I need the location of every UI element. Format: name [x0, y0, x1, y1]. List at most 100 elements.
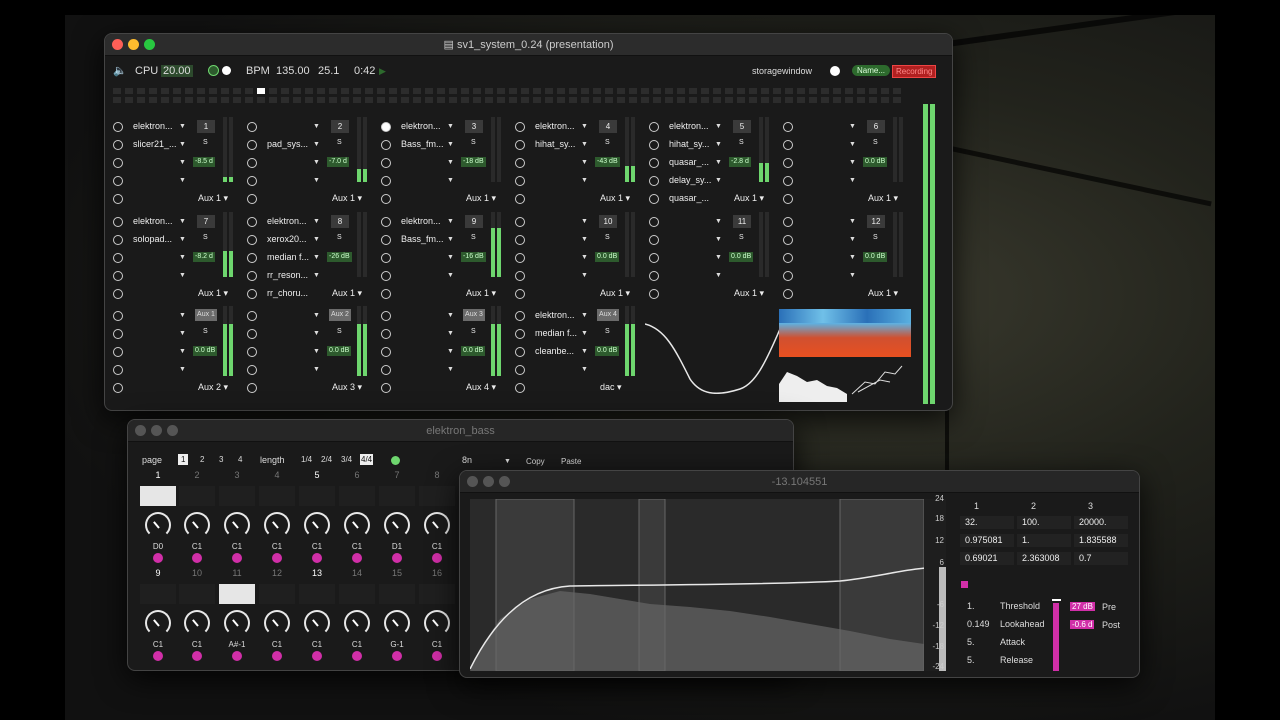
chevron-down-icon[interactable]: ▼: [179, 177, 186, 184]
chevron-down-icon[interactable]: ▼: [313, 218, 320, 225]
step-gate[interactable]: [140, 584, 176, 604]
step-grid[interactable]: [113, 88, 913, 110]
instrument-select[interactable]: pad_sys...: [267, 139, 308, 149]
chevron-down-icon[interactable]: ▼: [447, 330, 454, 337]
step-gate[interactable]: [259, 584, 295, 604]
chevron-down-icon[interactable]: ▼: [313, 236, 320, 243]
solo-button[interactable]: S: [203, 234, 208, 241]
insert-select[interactable]: quasar_...: [669, 157, 709, 167]
note-knob[interactable]: [424, 610, 450, 636]
slot-toggle[interactable]: [649, 140, 659, 150]
chevron-down-icon[interactable]: ▼: [581, 159, 588, 166]
instrument-select[interactable]: xerox20...: [267, 234, 307, 244]
note-knob[interactable]: [344, 512, 370, 538]
param-value[interactable]: 5.: [967, 637, 975, 647]
aux-select[interactable]: Aux 1 ▾: [734, 288, 764, 299]
insert-select[interactable]: rr_reson...: [267, 270, 308, 280]
band-param-cell[interactable]: 0.69021: [960, 552, 1014, 565]
chevron-down-icon[interactable]: ▼: [447, 254, 454, 261]
slot-toggle[interactable]: [247, 158, 257, 168]
solo-button[interactable]: S: [471, 328, 476, 335]
output-select[interactable]: dac ▾: [600, 382, 622, 393]
aux-select[interactable]: Aux 1 ▾: [600, 193, 630, 204]
play-icon[interactable]: ▶: [379, 66, 386, 77]
note-knob[interactable]: [344, 610, 370, 636]
chevron-down-icon[interactable]: ▼: [581, 272, 588, 279]
audio-on-toggle[interactable]: [208, 65, 219, 76]
slot-toggle[interactable]: [649, 217, 659, 227]
slot-toggle[interactable]: [381, 158, 391, 168]
slot-toggle[interactable]: [783, 140, 793, 150]
slot-toggle[interactable]: [515, 158, 525, 168]
chevron-down-icon[interactable]: ▼: [447, 218, 454, 225]
chevron-down-icon[interactable]: ▼: [313, 159, 320, 166]
chevron-down-icon[interactable]: ▼: [849, 177, 856, 184]
gain-value[interactable]: 0.0 dB: [729, 252, 754, 262]
chevron-down-icon[interactable]: ▼: [849, 254, 856, 261]
insert-select[interactable]: median f...: [267, 252, 309, 262]
chevron-down-icon[interactable]: ▼: [581, 330, 588, 337]
chevron-down-icon[interactable]: ▼: [179, 159, 186, 166]
slot-toggle[interactable]: [247, 311, 257, 321]
gain-value[interactable]: 0.0 dB: [863, 157, 888, 167]
slot-toggle[interactable]: [247, 253, 257, 263]
chevron-down-icon[interactable]: ▼: [581, 254, 588, 261]
slot-toggle[interactable]: [649, 122, 659, 132]
velocity-dot[interactable]: [153, 651, 163, 661]
slot-toggle[interactable]: [247, 235, 257, 245]
step-gate[interactable]: [259, 486, 295, 506]
chevron-down-icon[interactable]: ▼: [447, 348, 454, 355]
slot-toggle[interactable]: [113, 217, 123, 227]
velocity-dot[interactable]: [352, 553, 362, 563]
chevron-down-icon[interactable]: ▼: [313, 141, 320, 148]
minimize-button[interactable]: [483, 476, 494, 487]
slot-toggle[interactable]: [113, 311, 123, 321]
slot-toggle[interactable]: [247, 329, 257, 339]
chevron-down-icon[interactable]: ▼: [179, 272, 186, 279]
gain-value[interactable]: -43 dB: [595, 157, 620, 167]
slot-toggle[interactable]: [381, 347, 391, 357]
velocity-dot[interactable]: [392, 651, 402, 661]
slot-toggle[interactable]: [113, 194, 123, 204]
velocity-dot[interactable]: [312, 651, 322, 661]
slot-toggle[interactable]: [113, 140, 123, 150]
slot-toggle[interactable]: [381, 329, 391, 339]
insert-select[interactable]: quasar_...: [669, 193, 709, 203]
solo-button[interactable]: S: [471, 234, 476, 241]
slot-toggle[interactable]: [515, 289, 525, 299]
slot-toggle[interactable]: [247, 365, 257, 375]
slot-toggle[interactable]: [783, 122, 793, 132]
gain-value[interactable]: -7.0 d: [327, 157, 349, 167]
gain-value[interactable]: -26 dB: [327, 252, 352, 262]
device-select[interactable]: elektron...: [535, 310, 575, 320]
step-gate[interactable]: [140, 486, 176, 506]
slot-toggle[interactable]: [381, 122, 391, 132]
velocity-dot[interactable]: [232, 553, 242, 563]
slot-toggle[interactable]: [381, 271, 391, 281]
insert-select[interactable]: rr_choru...: [267, 288, 308, 298]
page-button[interactable]: 2: [197, 454, 207, 465]
chevron-down-icon[interactable]: ▼: [447, 141, 454, 148]
instrument-select[interactable]: hihat_sy...: [535, 139, 575, 149]
step-gate[interactable]: [339, 584, 375, 604]
aux-select[interactable]: Aux 1 ▾: [466, 193, 496, 204]
chevron-down-icon[interactable]: ▼: [447, 123, 454, 130]
band-param-cell[interactable]: 2.363008: [1017, 552, 1071, 565]
band-param-cell[interactable]: 1.835588: [1074, 534, 1128, 547]
zoom-button[interactable]: [167, 425, 178, 436]
note-knob[interactable]: [304, 610, 330, 636]
param-value[interactable]: 0.149: [967, 619, 990, 629]
slot-toggle[interactable]: [113, 365, 123, 375]
note-knob[interactable]: [304, 512, 330, 538]
param-value[interactable]: 5.: [967, 655, 975, 665]
solo-button[interactable]: S: [739, 234, 744, 241]
slot-toggle[interactable]: [783, 217, 793, 227]
slot-toggle[interactable]: [113, 122, 123, 132]
chevron-down-icon[interactable]: ▼: [849, 236, 856, 243]
chevron-down-icon[interactable]: ▼: [581, 177, 588, 184]
slot-toggle[interactable]: [649, 253, 659, 263]
device-select[interactable]: elektron...: [267, 216, 307, 226]
instrument-select[interactable]: slicer21_...: [133, 139, 177, 149]
slot-toggle[interactable]: [649, 289, 659, 299]
chevron-down-icon[interactable]: ▼: [715, 218, 722, 225]
